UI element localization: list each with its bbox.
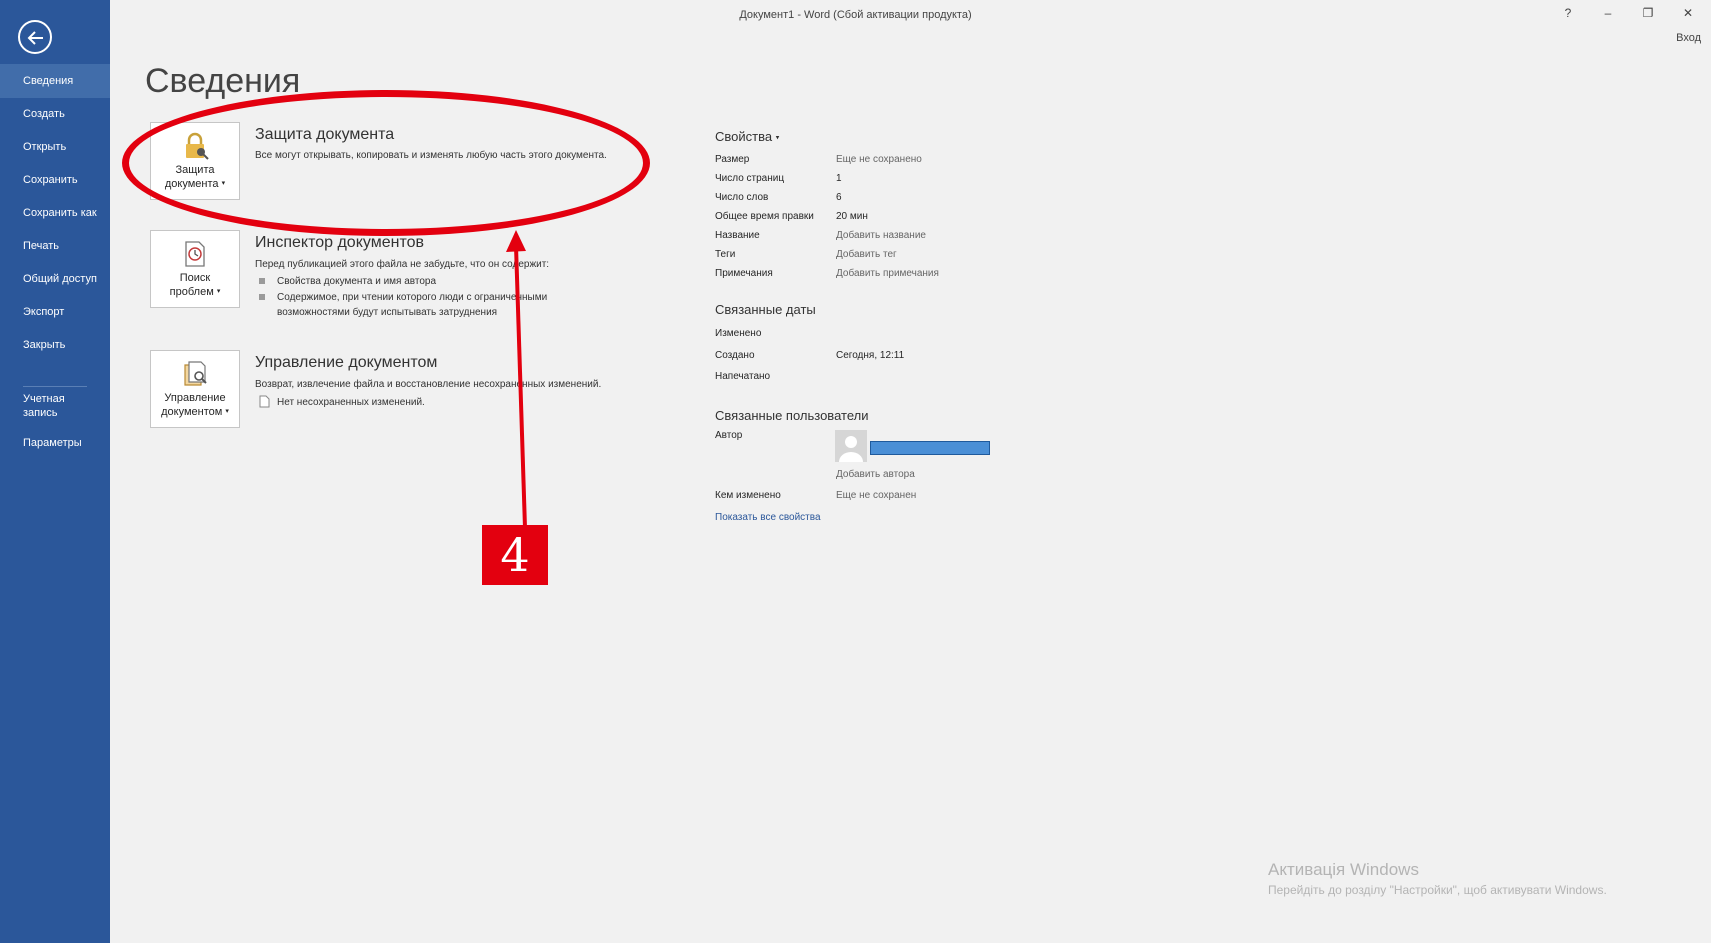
bullet-icon [259, 278, 265, 284]
modified-by-label: Кем изменено [715, 490, 781, 501]
inspect-bullet-1: Свойства документа и имя автора [277, 276, 437, 287]
manage-title: Управление документом [255, 354, 438, 371]
date-label-printed: Напечатано [715, 371, 771, 382]
inspect-tile-label-1: Поиск [179, 272, 211, 284]
date-label-modified: Изменено [715, 328, 762, 339]
arrow-left-icon [27, 31, 43, 45]
manage-desc: Возврат, извлечение файла и восстановлен… [255, 379, 602, 390]
date-label-created: Создано [715, 350, 755, 361]
manage-note: Нет несохраненных изменений. [277, 397, 425, 408]
nav-save[interactable]: Сохранить [0, 163, 110, 197]
inspect-bullet-2-cont: возможностями будут испытывать затруднен… [277, 307, 498, 318]
backstage-sidebar: Сведения Создать Открыть Сохранить Сохра… [0, 0, 110, 943]
manage-tile-label-2: документом ▾ [161, 406, 229, 418]
document-icon [259, 395, 270, 408]
related-dates-heading: Связанные даты [715, 302, 816, 317]
related-people-heading: Связанные пользователи [715, 408, 869, 423]
nav-save-as[interactable]: Сохранить как [0, 196, 110, 230]
inspect-title: Инспектор документов [255, 234, 424, 251]
prop-label-tags: Теги [715, 249, 736, 260]
inspect-document-icon [185, 241, 205, 267]
author-name-redacted[interactable] [870, 441, 990, 455]
show-all-properties-link[interactable]: Показать все свойства [715, 512, 821, 523]
prop-label-pages: Число страниц [715, 173, 785, 184]
minimize-button[interactable]: – [1595, 6, 1621, 20]
prop-value-edit-time: 20 мин [836, 211, 868, 222]
author-label: Автор [715, 430, 743, 441]
page-title: Сведения [145, 62, 301, 100]
nav-open[interactable]: Открыть [0, 130, 110, 164]
prop-value-words: 6 [836, 192, 842, 203]
avatar [835, 430, 867, 462]
prop-label-words: Число слов [715, 192, 769, 203]
caret-down-icon: ▾ [775, 134, 780, 142]
manage-document-icon [184, 361, 207, 386]
bullet-icon [259, 294, 265, 300]
modified-by-value: Еще не сохранен [836, 490, 917, 501]
inspect-tile-label-2: проблем ▾ [169, 286, 221, 298]
step-number-badge: 4 [482, 525, 548, 585]
manage-document-button[interactable]: Управление документом ▾ [150, 350, 240, 428]
close-button[interactable]: ✕ [1675, 6, 1701, 20]
nav-account[interactable]: Учетная запись [0, 390, 110, 424]
check-issues-button[interactable]: Поиск проблем ▾ [150, 230, 240, 308]
activation-watermark-title: Активація Windows [1268, 860, 1419, 879]
person-icon [839, 436, 863, 462]
prop-value-size: Еще не сохранено [836, 154, 922, 165]
properties-heading[interactable]: Свойства ▾ [715, 129, 779, 144]
add-author-link[interactable]: Добавить автора [836, 469, 915, 480]
nav-close[interactable]: Закрыть [0, 328, 110, 362]
nav-share[interactable]: Общий доступ [0, 262, 110, 296]
back-button[interactable] [18, 20, 52, 54]
activation-watermark-subtitle: Перейдіть до розділу "Настройки", щоб ак… [1268, 883, 1607, 897]
restore-button[interactable]: ❐ [1635, 6, 1661, 20]
inspect-desc: Перед публикацией этого файла не забудьт… [255, 259, 550, 270]
prop-value-title[interactable]: Добавить название [836, 230, 926, 241]
nav-export[interactable]: Экспорт [0, 295, 110, 329]
nav-print[interactable]: Печать [0, 229, 110, 263]
manage-tile-label-1: Управление [164, 392, 226, 404]
caret-down-icon: ▾ [216, 288, 221, 296]
prop-value-pages: 1 [836, 173, 842, 184]
prop-label-size: Размер [715, 154, 750, 165]
prop-value-tags[interactable]: Добавить тег [836, 249, 897, 260]
highlight-ellipse [122, 90, 650, 236]
nav-info[interactable]: Сведения [0, 64, 110, 98]
prop-value-comments[interactable]: Добавить примечания [836, 268, 939, 279]
window-title: Документ1 - Word (Сбой активации продукт… [739, 9, 972, 21]
nav-divider [23, 386, 87, 387]
prop-label-edit-time: Общее время правки [715, 211, 814, 222]
nav-new[interactable]: Создать [0, 97, 110, 131]
date-value-created: Сегодня, 12:11 [836, 350, 905, 361]
nav-options[interactable]: Параметры [0, 426, 110, 460]
help-button[interactable]: ? [1555, 6, 1581, 20]
inspect-bullet-2: Содержимое, при чтении которого люди с о… [277, 292, 548, 303]
caret-down-icon: ▾ [225, 408, 229, 416]
prop-label-title: Название [715, 230, 760, 241]
signin-link[interactable]: Вход [1676, 32, 1701, 44]
prop-label-comments: Примечания [715, 268, 773, 279]
